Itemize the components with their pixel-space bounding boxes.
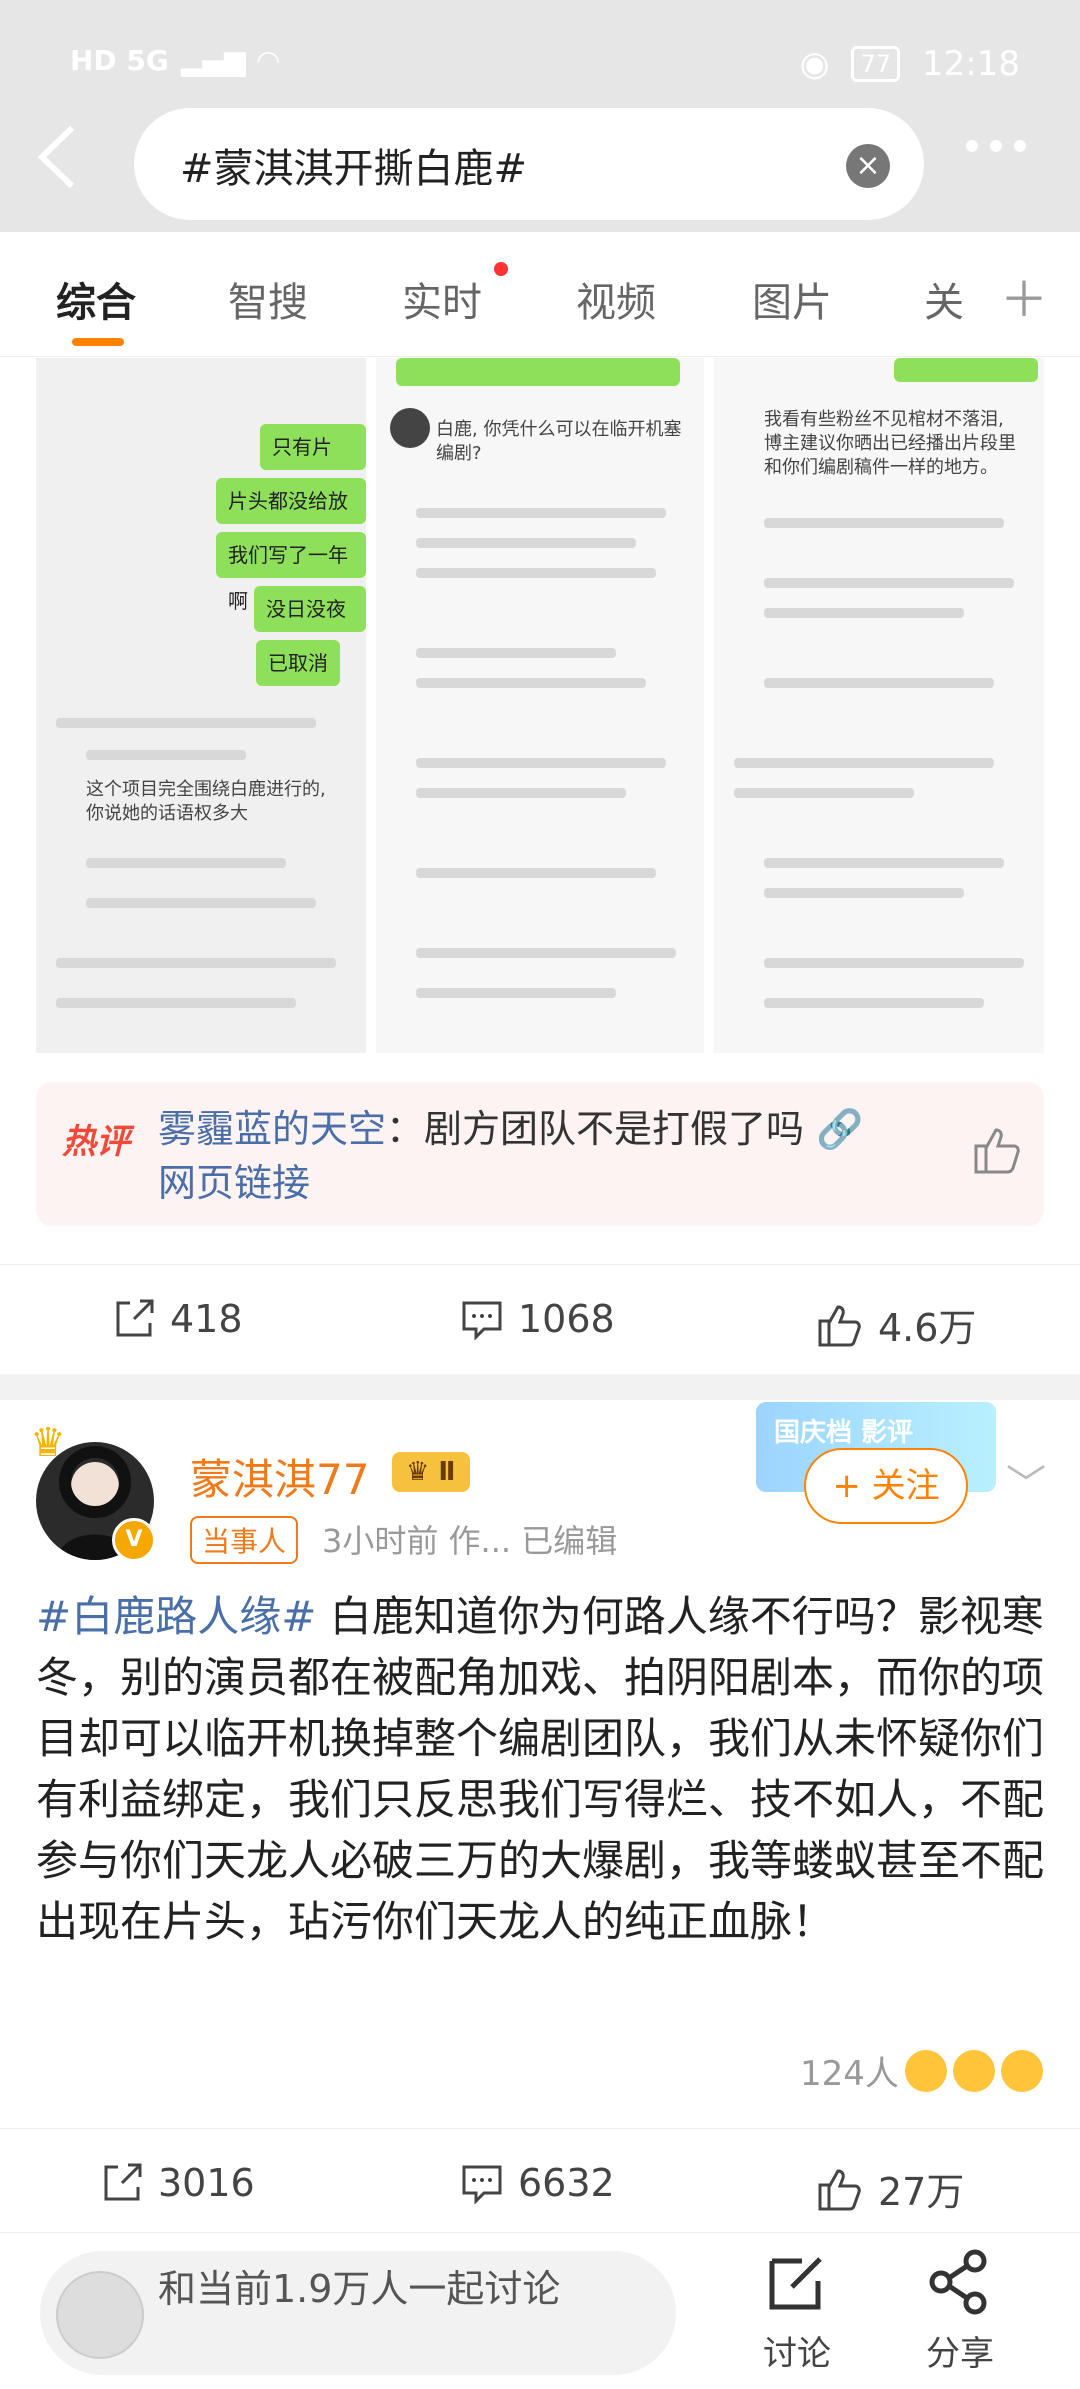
verified-badge: V <box>112 1518 156 1562</box>
repost-count: 418 <box>170 1297 243 1341</box>
chat-bubble: 没日没夜的 <box>254 586 366 667</box>
comment-icon <box>462 2165 502 2205</box>
avatar <box>390 408 430 448</box>
signal-icon: ▂▄▆ <box>180 44 246 77</box>
repost-button[interactable]: 418 <box>112 1297 243 1341</box>
post-meta: 3小时前 作... 已编辑 <box>322 1522 618 1560</box>
reaction-summary[interactable]: 124人 <box>800 2046 1043 2095</box>
category-tabs: 综合 智搜 实时 视频 图片 关 ＋ <box>0 232 1080 357</box>
kiss-emoji-icon <box>904 2049 947 2092</box>
caption-strip <box>894 358 1038 382</box>
comment-button[interactable]: 6632 <box>460 2161 615 2205</box>
member-level-badge: ♛ Ⅱ <box>392 1452 470 1492</box>
user-avatar-icon <box>56 2271 144 2359</box>
hot-comment-text: 雾霾蓝的天空：剧方团队不是打假了吗 🔗 网页链接 <box>158 1107 864 1205</box>
post-hashtag[interactable]: #白鹿路人缘# <box>36 1592 316 1641</box>
like-button[interactable]: 27万 <box>816 2161 964 2216</box>
hot-comment-user[interactable]: 雾霾蓝的天空 <box>158 1107 386 1151</box>
discussion-input[interactable]: 和当前1.9万人一起讨论 <box>40 2251 676 2375</box>
tab-realtime[interactable]: 实时 <box>402 270 482 328</box>
tab-video[interactable]: 视频 <box>576 270 656 328</box>
hot-comment-like-button[interactable] <box>970 1124 1022 1180</box>
battery-indicator: 77 <box>851 46 901 82</box>
status-bar-left: HD 5G ▂▄▆ ◠ <box>70 44 279 77</box>
web-link[interactable]: 网页链接 <box>158 1161 310 1205</box>
clear-search-icon[interactable]: × <box>846 144 890 188</box>
post-action-bar: 3016 6632 27万 <box>0 2128 1080 2239</box>
wifi-icon: ◠ <box>257 44 280 77</box>
eye-icon: ◉ <box>799 44 830 84</box>
hot-comment-body: 剧方团队不是打假了吗 <box>424 1107 805 1151</box>
status-bar-right: ◉ 77 12:18 <box>800 44 1020 84</box>
chat-bubble: 已取消 <box>256 640 340 686</box>
grin-emoji-icon <box>1000 2049 1043 2092</box>
bottom-bar: 和当前1.9万人一起讨论 讨论 分享 <box>0 2232 1080 2389</box>
discussion-placeholder: 和当前1.9万人一起讨论 <box>158 2267 561 2311</box>
screenshot-comment: 我看有些粉丝不见棺材不落泪, 博主建议你晒出已经播出片段里和你们编剧稿件一样的地… <box>764 409 1016 478</box>
compose-icon <box>769 2257 822 2310</box>
reaction-count: 124人 <box>800 2054 899 2094</box>
more-dots-icon <box>966 140 1026 152</box>
clock: 12:18 <box>922 44 1020 84</box>
chat-bubble: 片头都没给放吗 <box>216 478 366 559</box>
post-action-bar: 418 1068 4.6万 <box>0 1264 1080 1375</box>
like-button[interactable]: 4.6万 <box>816 1297 976 1352</box>
back-arrow-icon <box>37 125 75 189</box>
comment-count: 6632 <box>518 2161 615 2205</box>
thumbs-up-icon <box>818 2168 861 2210</box>
post-text: 白鹿知道你为何路人缘不行吗？影视寒冬，别的演员都在被配角加戏、拍阴阳剧本，而你的… <box>36 1592 1045 1946</box>
add-tab-icon[interactable]: ＋ <box>1000 260 1048 330</box>
share-label: 分享 <box>926 2334 994 2374</box>
hot-comment-badge: 热评 <box>62 1122 130 1162</box>
chat-bubble: 我们写了一年啊 <box>216 532 366 613</box>
comment-icon <box>462 1301 502 1341</box>
repost-count: 3016 <box>158 2161 255 2205</box>
tab-follow[interactable]: 关 <box>924 270 964 328</box>
thumbs-up-icon <box>974 1128 1020 1174</box>
screenshot-comment: 这个项目完全围绕白鹿进行的, 你说她的话语权多大 <box>86 779 326 824</box>
hot-comment[interactable]: 热评 雾霾蓝的天空：剧方团队不是打假了吗 🔗 网页链接 <box>36 1082 1044 1226</box>
discuss-label: 讨论 <box>763 2334 831 2374</box>
post-username[interactable]: 蒙淇淇77 <box>190 1446 369 1507</box>
post-image-3[interactable]: 我看有些粉丝不见棺材不落泪, 博主建议你晒出已经播出片段里和你们编剧稿件一样的地… <box>714 358 1044 1053</box>
chat-bubble: 只有片尾? <box>260 424 366 505</box>
tab-images[interactable]: 图片 <box>752 270 832 328</box>
post-separator <box>0 1374 1080 1400</box>
search-query[interactable]: #蒙淇淇开撕白鹿# <box>180 136 527 194</box>
comment-count: 1068 <box>518 1297 615 1341</box>
tab-smart-search[interactable]: 智搜 <box>228 270 308 328</box>
link-icon: 🔗 <box>816 1107 864 1151</box>
role-tag: 当事人 <box>190 1516 299 1564</box>
comment-button[interactable]: 1068 <box>460 1297 615 1341</box>
repost-icon <box>104 2163 142 2201</box>
thumbs-up-icon <box>818 1304 861 1346</box>
top-header: HD 5G ▂▄▆ ◠ ◉ 77 12:18 #蒙淇淇开撕白鹿# × <box>0 0 1080 232</box>
realtime-new-dot <box>494 262 508 276</box>
share-icon <box>929 2249 987 2315</box>
active-tab-underline <box>72 338 124 346</box>
post-image-1[interactable]: 只有片尾? 片头都没给放吗 我们写了一年啊 没日没夜的 已取消 这个项目完全围绕… <box>36 358 366 1053</box>
search-bar[interactable]: #蒙淇淇开撕白鹿# × <box>134 108 924 220</box>
discuss-button[interactable]: 讨论 <box>742 2247 852 2375</box>
back-button[interactable] <box>34 122 78 196</box>
screenshot-comment: 白鹿, 你凭什么可以在临开机塞编剧? <box>436 419 682 464</box>
follow-button[interactable]: + 关注 <box>804 1448 968 1524</box>
member-level: Ⅱ <box>438 1457 456 1487</box>
tab-comprehensive[interactable]: 综合 <box>56 270 136 328</box>
repost-button[interactable]: 3016 <box>100 2161 255 2205</box>
share-button[interactable]: 分享 <box>900 2247 1020 2375</box>
post-image-2[interactable]: 白鹿, 你凭什么可以在临开机塞编剧? <box>376 358 704 1053</box>
surprised-emoji-icon <box>952 2049 995 2092</box>
like-count: 4.6万 <box>878 1306 977 1350</box>
chevron-down-icon[interactable]: ﹀ <box>1006 1452 1046 1510</box>
post-body: #白鹿路人缘# 白鹿知道你为何路人缘不行吗？影视寒冬，别的演员都在被配角加戏、拍… <box>36 1586 1046 1952</box>
caption-strip <box>396 358 680 386</box>
like-count: 27万 <box>878 2170 965 2214</box>
network-indicator: HD 5G <box>70 44 169 77</box>
more-options-button[interactable] <box>966 140 1026 152</box>
repost-icon <box>116 1299 154 1337</box>
